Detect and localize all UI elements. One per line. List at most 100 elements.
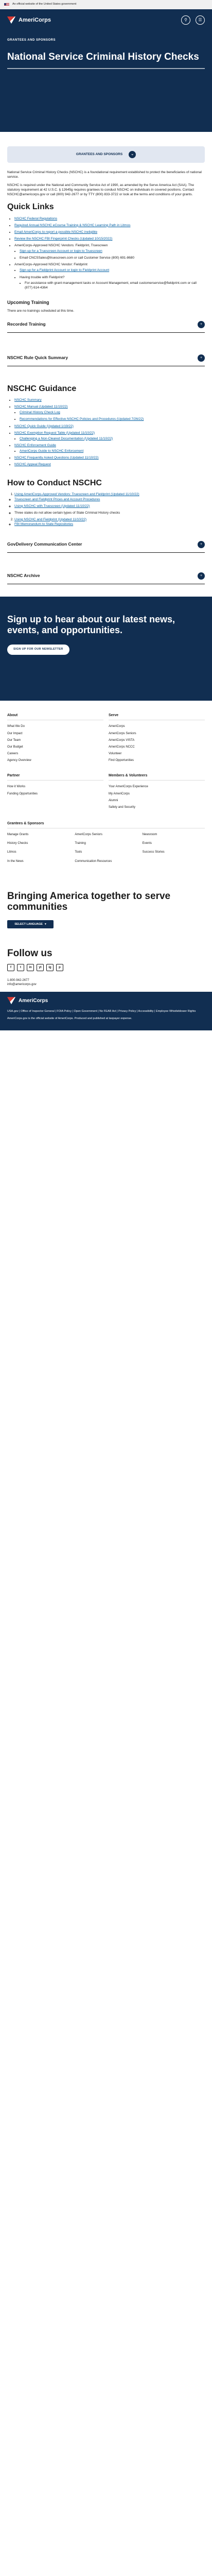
footer-link[interactable]: AmeriCorps VISTA xyxy=(109,738,205,742)
footer-link[interactable]: Tools xyxy=(75,850,137,854)
email[interactable]: info@americorps.gov xyxy=(7,982,205,987)
footer-link[interactable]: Manage Grants xyxy=(7,833,69,837)
breadcrumb[interactable]: GRANTEES AND SPONSORS xyxy=(7,38,205,42)
link[interactable]: Using NSCHC and Fieldprint (Updated 11/1… xyxy=(14,518,86,521)
link[interactable]: NSCHC Frequently Asked Questions (Update… xyxy=(14,456,99,460)
list-item: NSCHC Summary xyxy=(14,398,205,402)
footer-column-title: Grantees & Sponsors xyxy=(7,821,205,829)
footer-link[interactable]: My AmeriCorps xyxy=(109,792,205,796)
link[interactable]: Sign up for a Fieldprint Account or logi… xyxy=(20,268,109,272)
us-flag-icon xyxy=(4,3,9,6)
americorps-logo-icon xyxy=(7,997,15,1004)
link[interactable]: FBI Memorandum to State Repositories xyxy=(14,522,73,526)
archive-accordion[interactable]: NSCHC Archive + xyxy=(7,568,205,584)
link[interactable]: NSCHC Appeal Request xyxy=(14,463,51,466)
list-item: Sign up for a Truescreen Account or logi… xyxy=(20,249,205,253)
link[interactable]: NSCHC Summary xyxy=(14,398,42,402)
link[interactable]: NSCHC Federal Regulations xyxy=(14,217,57,221)
footer-link[interactable]: Success Stories xyxy=(143,850,205,854)
footer-link[interactable]: Funding Opportunities xyxy=(7,792,103,796)
link[interactable]: Using NSCHC with Truescreen (Updated 11/… xyxy=(14,504,90,508)
footer-link[interactable]: Our Team xyxy=(7,738,103,742)
chevron-down-icon: ▾ xyxy=(44,922,46,926)
footer-link[interactable]: History Checks xyxy=(7,841,69,845)
phone[interactable]: 1-800-942-2677 xyxy=(7,978,205,982)
linkedin-icon[interactable]: in xyxy=(27,964,34,972)
language-select[interactable]: SELECT LANGUAGE ▾ xyxy=(7,920,54,929)
upcoming-training-text: There are no trainings scheduled at this… xyxy=(7,309,75,313)
footer-link[interactable]: Safety and Security xyxy=(109,805,205,809)
link[interactable]: Required Annual NSCHC eCourse Training &… xyxy=(14,224,130,227)
pinterest-icon[interactable]: p xyxy=(56,964,63,972)
footer-link[interactable]: Your AmeriCorps Experience xyxy=(109,785,205,789)
link[interactable]: NSCHC Enforcement Guide xyxy=(14,444,56,447)
follow-us: Follow us f t in yt ig p xyxy=(0,936,212,978)
footer-link[interactable]: AmeriCorps xyxy=(109,724,205,728)
footer-link[interactable]: Training xyxy=(75,841,137,845)
link[interactable]: Truescreen and Fieldprint Prices and Acc… xyxy=(14,498,100,501)
footer-link[interactable]: How it Works xyxy=(7,785,103,789)
footer-link[interactable]: AmeriCorps Seniors xyxy=(109,732,205,736)
facebook-icon[interactable]: f xyxy=(7,964,14,972)
newsletter-signup-button[interactable]: SIGN UP FOR OUR NEWSLETTER xyxy=(7,645,69,655)
bring-heading: Bringing America together to serve commu… xyxy=(7,890,171,913)
intro-paragraph: National Service Criminal History Checks… xyxy=(7,171,202,179)
footer-link[interactable]: AmeriCorps Seniors xyxy=(75,833,137,837)
link[interactable]: Criminal History Check Log xyxy=(20,411,60,414)
footer-link[interactable]: Volunteer xyxy=(109,752,205,756)
link[interactable]: Using AmeriCorps-Approved Vendors: Trues… xyxy=(14,493,139,496)
accordion-title: NSCHC Archive xyxy=(7,573,40,579)
instagram-icon[interactable]: ig xyxy=(46,964,54,972)
bring-america-together: Bringing America together to serve commu… xyxy=(0,878,212,936)
govdelivery-accordion[interactable]: GovDelivery Communication Center + xyxy=(7,537,205,553)
footer-link[interactable]: In the News xyxy=(7,859,69,863)
menu-icon[interactable]: ☰ xyxy=(196,15,205,25)
recorded-training-accordion[interactable]: Recorded Training + xyxy=(7,317,205,333)
link[interactable]: AmeriCorps Guide to NSCHC Enforcement xyxy=(20,449,83,453)
footer-link[interactable]: Our Impact xyxy=(7,732,103,736)
americorps-footer-logo[interactable]: AmeriCorps xyxy=(7,997,205,1004)
signup-heading: Sign up to hear about our latest news, e… xyxy=(7,614,175,635)
link[interactable]: Email AmeriCorps to report a possible NS… xyxy=(14,230,97,234)
intro-paragraph: NSCHC is required under the National and… xyxy=(7,183,195,197)
social-links: f t in yt ig p xyxy=(7,964,205,972)
list-item: Criminal History Check Log xyxy=(20,410,205,415)
section-selector[interactable]: GRANTEES AND SPONSORS ⌄ xyxy=(7,146,205,163)
newsletter-signup: Sign up to hear about our latest news, e… xyxy=(0,596,212,701)
americorps-logo[interactable]: AmeriCorps xyxy=(7,16,51,24)
footer-column-members: Members & Volunteers Your AmeriCorps Exp… xyxy=(109,773,205,812)
quick-summary-accordion[interactable]: NSCHC Rule Quick Summary + xyxy=(7,350,205,367)
link[interactable]: Challenging a Non-Cleared Documentation … xyxy=(20,437,113,440)
link[interactable]: Recommendations for Effective NSCHC Poli… xyxy=(20,417,144,421)
footer-link[interactable]: What We Do xyxy=(7,724,103,728)
footer-column-about: About What We Do Our Impact Our Team Our… xyxy=(7,713,103,765)
link[interactable]: NSCHC Manual (Updated 11/10/22) xyxy=(14,405,68,409)
link[interactable]: NSCHC Quick Guide (Updated 1/19/22) xyxy=(14,425,74,428)
search-icon[interactable]: ⚲ xyxy=(181,15,190,25)
link[interactable]: Review the NSCHC FBI Fingerprint Checks … xyxy=(14,237,112,241)
list-text: Having trouble with Fieldprint? xyxy=(20,275,65,279)
list-text: Email CNCSSales@truescreen.com or call C… xyxy=(20,256,134,260)
youtube-icon[interactable]: yt xyxy=(37,964,44,972)
list-item: Sign up for a Fieldprint Account or logi… xyxy=(20,268,205,273)
footer-link[interactable]: Events xyxy=(143,841,205,845)
footer-link[interactable]: Litmos xyxy=(7,850,69,854)
footer-link[interactable]: Our Budget xyxy=(7,745,103,749)
gov-banner-text: An official website of the United States… xyxy=(12,3,77,6)
footer-link[interactable]: Careers xyxy=(7,752,103,756)
header-icons: ⚲ ☰ xyxy=(181,15,205,25)
footer-link[interactable]: Communication Resources xyxy=(75,859,137,863)
list-item: Having trouble with Fieldprint? For assi… xyxy=(20,275,205,290)
footer-legal-links[interactable]: USA.gov | Office of Inspector General | … xyxy=(7,1009,205,1013)
plus-icon: + xyxy=(198,321,205,329)
link[interactable]: Sign up for a Truescreen Account or logi… xyxy=(20,249,102,253)
footer-link[interactable]: AmeriCorps NCCC xyxy=(109,745,205,749)
twitter-icon[interactable]: t xyxy=(17,964,24,972)
footer-link[interactable]: Newsroom xyxy=(143,833,205,837)
link[interactable]: NSCHC Exemption Request Table (Updated 1… xyxy=(14,431,95,435)
list-item: NSCHC Appeal Request xyxy=(14,462,205,467)
footer-link[interactable]: Find Opportunities xyxy=(109,758,205,762)
footer-link[interactable]: Alumni xyxy=(109,799,205,803)
chevron-down-icon: ⌄ xyxy=(129,151,136,158)
footer-link[interactable]: Agency Overview xyxy=(7,758,103,762)
